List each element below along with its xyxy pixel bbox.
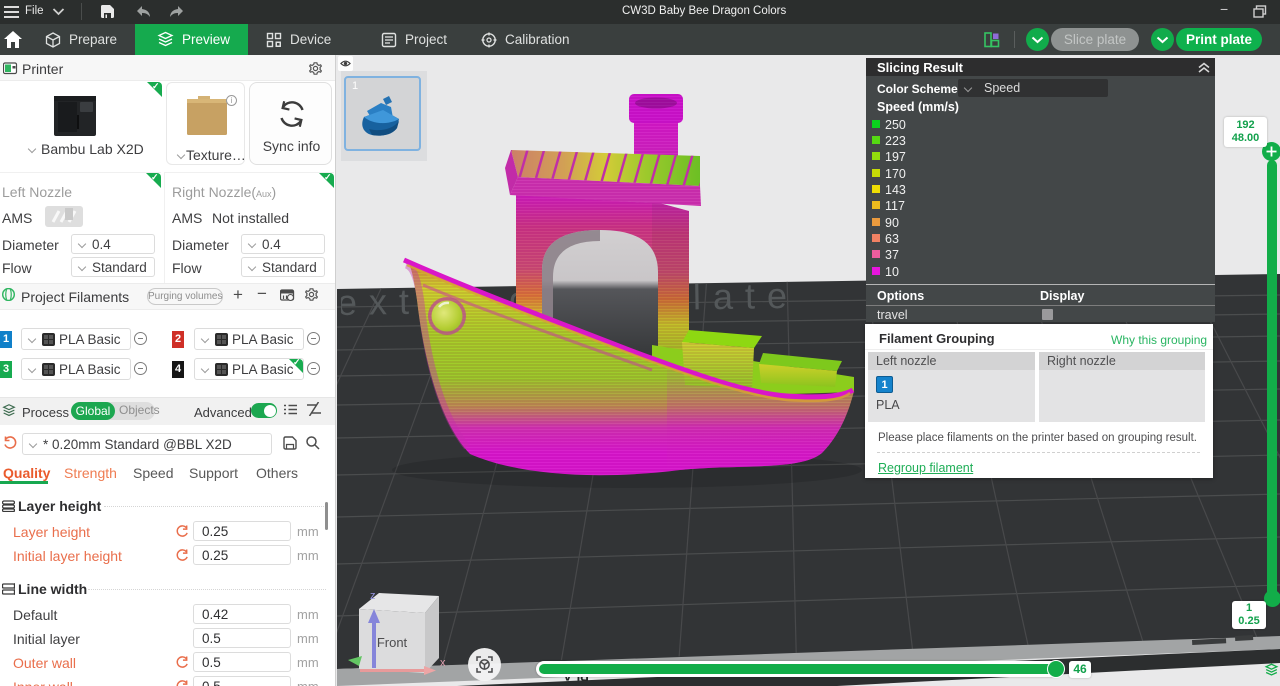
svg-text:z: z [370, 590, 376, 602]
svg-text:Front: Front [377, 635, 408, 650]
svg-text:x: x [440, 657, 446, 669]
